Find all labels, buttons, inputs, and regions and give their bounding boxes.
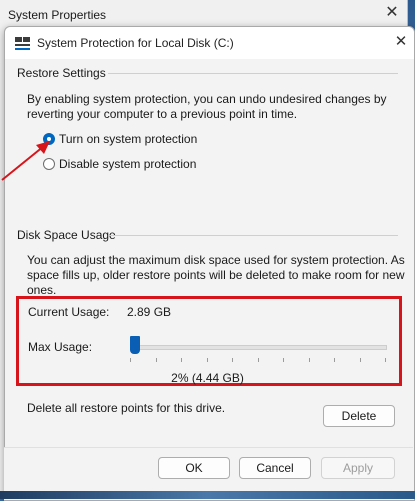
turn-on-protection-label[interactable]: Turn on system protection <box>59 132 197 146</box>
disk-space-divider <box>109 235 398 236</box>
max-usage-display: 2% (4.44 GB) <box>171 371 244 385</box>
slider-tick <box>385 358 386 362</box>
dialog-close-icon[interactable]: ✕ <box>392 33 410 51</box>
dialog-title: System Protection for Local Disk (C:) <box>37 36 234 50</box>
disable-protection-radio[interactable]: Disable system protection <box>43 157 196 171</box>
restore-settings-divider <box>108 73 398 74</box>
delete-description: Delete all restore points for this drive… <box>27 401 226 415</box>
turn-on-protection-radio[interactable]: Turn on system protection <box>43 132 197 146</box>
delete-button[interactable]: Delete <box>323 405 395 427</box>
slider-tick <box>334 358 335 362</box>
parent-window-title: System Properties <box>8 8 107 22</box>
disable-protection-label[interactable]: Disable system protection <box>59 157 196 171</box>
disk-desc-line2: space fills up, older restore points wil… <box>27 268 405 282</box>
current-usage-label: Current Usage: <box>28 305 110 319</box>
annotation-arrow-icon <box>1 141 50 181</box>
max-usage-label: Max Usage: <box>28 340 93 354</box>
disk-desc-line1: You can adjust the maximum disk space us… <box>27 253 405 267</box>
dialog-titlebar: System Protection for Local Disk (C:) ✕ <box>5 27 414 59</box>
parent-close-icon[interactable]: ✕ <box>383 4 401 22</box>
slider-tick <box>130 358 131 362</box>
restore-desc-line2: reverting your computer to a previous po… <box>27 107 298 121</box>
cancel-button[interactable]: Cancel <box>239 457 311 479</box>
slider-tick <box>258 358 259 362</box>
slider-tick <box>283 358 284 362</box>
slider-tick <box>207 358 208 362</box>
restore-desc-line1: By enabling system protection, you can u… <box>27 92 387 106</box>
system-protection-icon <box>15 37 31 50</box>
ok-button[interactable]: OK <box>158 457 230 479</box>
restore-settings-heading: Restore Settings <box>17 66 106 80</box>
desktop-taskbar-strip <box>0 491 415 499</box>
slider-tick <box>309 358 310 362</box>
apply-button[interactable]: Apply <box>321 457 395 479</box>
slider-tick <box>181 358 182 362</box>
slider-tick <box>156 358 157 362</box>
current-usage-value: 2.89 GB <box>127 305 172 319</box>
max-usage-slider-track[interactable] <box>130 345 387 350</box>
slider-tick <box>360 358 361 362</box>
slider-tick <box>232 358 233 362</box>
disk-space-heading: Disk Space Usage <box>17 228 116 242</box>
disk-space-description: You can adjust the maximum disk space us… <box>27 253 405 298</box>
max-usage-slider-thumb[interactable] <box>130 336 140 354</box>
restore-settings-description: By enabling system protection, you can u… <box>27 92 387 122</box>
